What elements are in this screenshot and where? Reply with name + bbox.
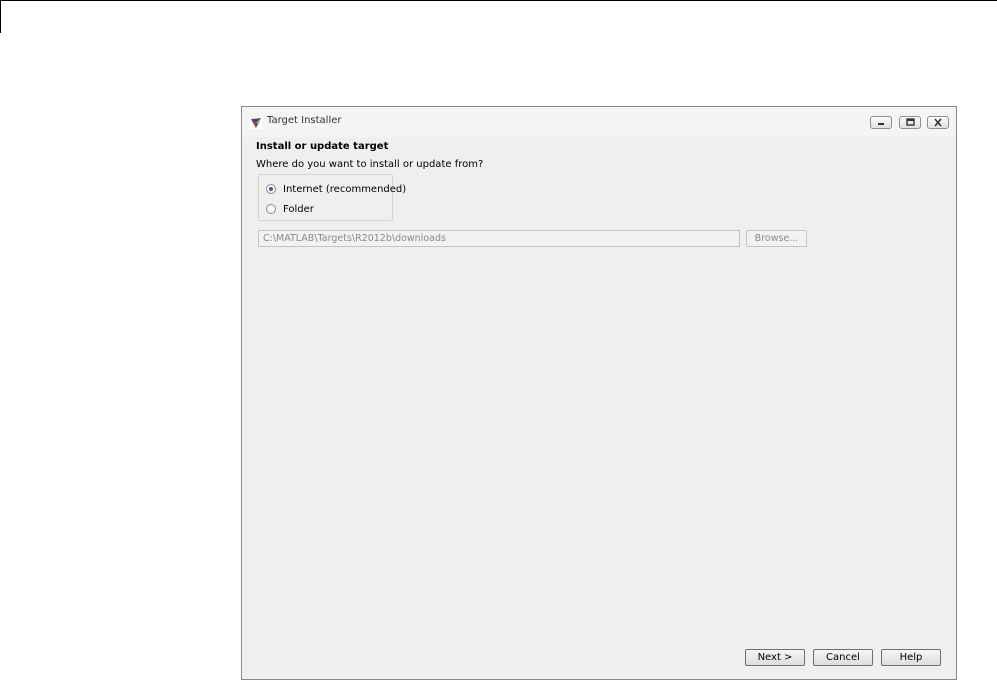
- radio-internet[interactable]: [266, 184, 276, 194]
- maximize-icon: [906, 118, 915, 126]
- help-button[interactable]: Help: [881, 649, 941, 666]
- close-button[interactable]: [927, 116, 949, 129]
- window-title: Target Installer: [267, 115, 342, 126]
- cancel-button[interactable]: Cancel: [813, 649, 873, 666]
- source-question: Where do you want to install or update f…: [256, 159, 484, 170]
- wizard-content: Install or update target Where do you wa…: [242, 137, 956, 679]
- radio-folder-label: Folder: [283, 203, 314, 215]
- title-bar[interactable]: Target Installer: [242, 107, 956, 137]
- minimize-icon: [878, 123, 884, 125]
- wizard-heading: Install or update target: [256, 141, 389, 152]
- matlab-app-icon: [250, 117, 262, 129]
- radio-internet-label: Internet (recommended): [283, 183, 407, 195]
- page-margin-tick: [0, 0, 1, 33]
- radio-folder[interactable]: [266, 204, 276, 214]
- browse-button[interactable]: Browse...: [746, 230, 807, 247]
- page-top-rule: [0, 0, 997, 1]
- minimize-button[interactable]: [870, 116, 892, 129]
- target-installer-window: Target Installer Install or update targe…: [241, 106, 957, 680]
- radio-option-folder[interactable]: Folder: [266, 202, 314, 216]
- folder-path-input[interactable]: [258, 230, 740, 247]
- source-radio-group: Internet (recommended) Folder: [258, 174, 406, 221]
- next-button[interactable]: Next >: [745, 649, 805, 666]
- close-icon: [934, 118, 942, 127]
- maximize-button[interactable]: [899, 116, 921, 129]
- radio-option-internet[interactable]: Internet (recommended): [266, 182, 406, 196]
